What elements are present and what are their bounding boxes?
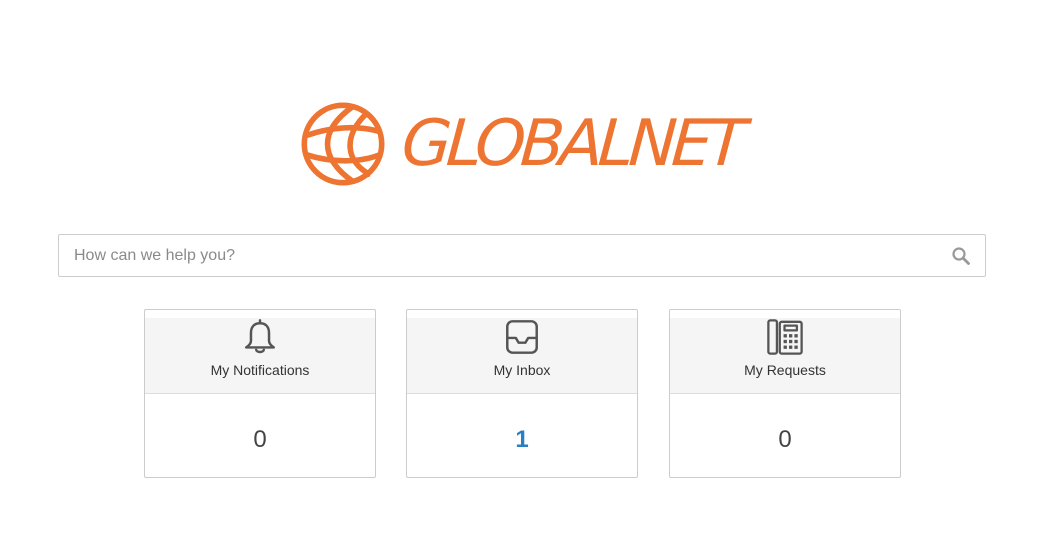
- inbox-count: 1: [515, 426, 529, 453]
- search-input[interactable]: [59, 235, 939, 276]
- inbox-card-header: My Inbox: [407, 318, 637, 394]
- search-bar: [58, 234, 986, 277]
- search-icon: [952, 247, 970, 265]
- bell-icon: [244, 319, 276, 354]
- requests-card[interactable]: My Requests 0: [669, 309, 901, 478]
- requests-count: 0: [778, 426, 792, 453]
- requests-card-header: My Requests: [670, 318, 900, 394]
- inbox-card[interactable]: My Inbox 1: [406, 309, 638, 478]
- notifications-count: 0: [253, 426, 267, 453]
- search-button[interactable]: [951, 246, 971, 266]
- brand-logo[interactable]: GLOBALNET: [300, 100, 744, 188]
- globe-icon: [301, 102, 385, 186]
- inbox-label: My Inbox: [493, 362, 551, 378]
- notifications-card[interactable]: My Notifications 0: [144, 309, 376, 478]
- inbox-icon: [506, 320, 538, 354]
- requests-label: My Requests: [744, 362, 826, 378]
- brand-name: GLOBALNET: [399, 107, 744, 181]
- notifications-card-header: My Notifications: [145, 318, 375, 394]
- notifications-label: My Notifications: [210, 362, 310, 378]
- phone-icon: [767, 319, 803, 355]
